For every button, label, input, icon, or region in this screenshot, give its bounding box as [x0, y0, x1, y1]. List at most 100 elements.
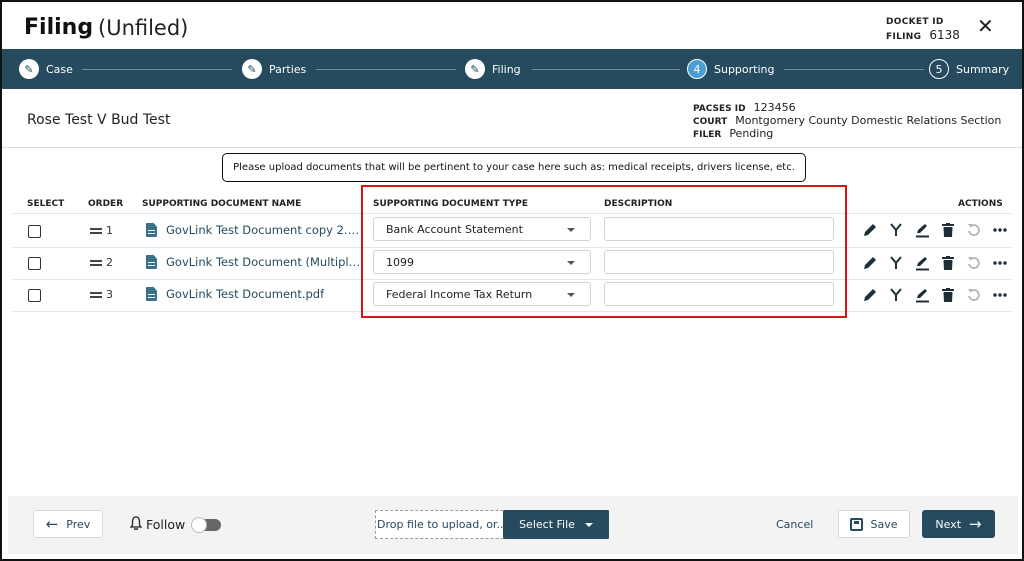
document-name: GovLink Test Document copy 2.docx	[166, 223, 364, 237]
column-header-description: DESCRIPTION	[604, 199, 673, 209]
pencil-icon: ✎	[242, 59, 262, 79]
step-supporting[interactable]: 4 Supporting	[687, 59, 775, 79]
row-order-handle[interactable]: 1	[90, 224, 113, 237]
document-type-select[interactable]: 1099	[373, 250, 591, 274]
row-order: 2	[106, 256, 113, 269]
case-meta: PACSES ID 123456 COURT Montgomery County D…	[693, 101, 1001, 140]
document-link[interactable]: GovLink Test Document.pdf	[146, 287, 364, 301]
row-select-checkbox[interactable]	[28, 225, 41, 238]
caret-down-icon	[567, 228, 575, 232]
trash-icon[interactable]	[938, 285, 958, 305]
edit-pencil-icon[interactable]	[860, 253, 880, 273]
undo-icon	[964, 220, 984, 240]
next-label: Next	[935, 517, 962, 531]
row-select-checkbox[interactable]	[28, 257, 41, 270]
drag-handle-icon	[90, 259, 102, 266]
description-input[interactable]	[604, 282, 834, 306]
description-input[interactable]	[604, 250, 834, 274]
merge-icon[interactable]	[886, 220, 906, 240]
trash-icon[interactable]	[938, 220, 958, 240]
drag-handle-icon	[90, 291, 102, 298]
edit-pencil-icon[interactable]	[860, 220, 880, 240]
caret-down-icon	[584, 522, 593, 527]
filing-status: (Unfiled)	[98, 16, 189, 40]
column-header-order: ORDER	[88, 199, 124, 209]
document-type-select[interactable]: Federal Income Tax Return	[373, 282, 591, 306]
file-icon	[146, 287, 157, 301]
page-title: Filing	[24, 15, 94, 40]
follow-toggle-group[interactable]: Follow	[129, 516, 222, 533]
cancel-button[interactable]: Cancel	[776, 518, 813, 531]
trash-icon[interactable]	[938, 253, 958, 273]
rename-icon[interactable]	[912, 220, 932, 240]
step-label: Supporting	[714, 62, 775, 76]
undo-icon	[964, 285, 984, 305]
caret-down-icon	[567, 261, 575, 265]
row-actions	[860, 220, 1016, 240]
step-label: Parties	[269, 62, 307, 76]
file-icon	[146, 255, 157, 269]
docket-info: DOCKET ID FILING 6138	[886, 16, 960, 42]
row-actions	[860, 253, 1016, 273]
row-order-handle[interactable]: 3	[90, 288, 113, 301]
merge-icon[interactable]	[886, 253, 906, 273]
edit-pencil-icon[interactable]	[860, 285, 880, 305]
follow-label: Follow	[146, 517, 186, 532]
pacses-id: 123456	[753, 101, 796, 114]
step-case[interactable]: ✎ Case	[19, 59, 73, 79]
document-name: GovLink Test Document.pdf	[166, 287, 325, 301]
bell-icon	[129, 516, 143, 533]
more-icon[interactable]	[990, 285, 1010, 305]
undo-icon	[964, 253, 984, 273]
progress-stepper: ✎ Case ✎ Parties ✎ Filing 4 Supporting 5…	[2, 49, 1022, 89]
file-icon	[146, 223, 157, 237]
save-button[interactable]: Save	[838, 510, 910, 538]
filing-label: FILING	[886, 32, 922, 42]
drag-handle-icon	[90, 227, 102, 234]
follow-toggle[interactable]	[191, 516, 222, 533]
row-actions	[860, 285, 1016, 305]
more-icon[interactable]	[990, 253, 1010, 273]
prev-button[interactable]: ← Prev	[33, 510, 103, 538]
app-window: Filing (Unfiled) DOCKET ID FILING 6138 ✕ …	[0, 0, 1024, 561]
step-parties[interactable]: ✎ Parties	[242, 59, 306, 79]
dropzone-text: Drop file to upload, or...	[377, 518, 507, 531]
column-header-type: SUPPORTING DOCUMENT TYPE	[373, 199, 529, 209]
document-type-value: 1099	[386, 255, 414, 269]
row-order-handle[interactable]: 2	[90, 256, 113, 269]
step-label: Case	[46, 62, 73, 76]
row-select-checkbox[interactable]	[28, 289, 41, 302]
select-file-button[interactable]: Select File	[503, 510, 609, 539]
step-filing[interactable]: ✎ Filing	[465, 59, 521, 79]
step-label: Filing	[492, 62, 521, 76]
arrow-right-icon: →	[969, 515, 982, 533]
toggle-knob	[191, 516, 208, 533]
rename-icon[interactable]	[912, 285, 932, 305]
header: Filing (Unfiled) DOCKET ID FILING 6138 ✕	[2, 2, 1022, 49]
column-header-actions: ACTIONS	[958, 199, 1003, 209]
court: Montgomery County Domestic Relations Sec…	[735, 114, 1002, 127]
document-type-value: Bank Account Statement	[386, 222, 523, 236]
upload-notice: Please upload documents that will be per…	[222, 153, 806, 182]
pacses-id-label: PACSES ID	[693, 104, 746, 114]
document-link[interactable]: GovLink Test Document copy 2.docx	[146, 223, 364, 237]
filer-label: FILER	[693, 130, 722, 140]
row-order: 3	[106, 288, 113, 301]
document-type-select[interactable]: Bank Account Statement	[373, 217, 591, 241]
document-link[interactable]: GovLink Test Document (Multiple Pa...	[146, 255, 364, 269]
step-summary[interactable]: 5 Summary	[929, 59, 1009, 79]
more-icon[interactable]	[990, 220, 1010, 240]
save-label: Save	[870, 517, 898, 531]
close-icon[interactable]: ✕	[977, 16, 994, 36]
next-button[interactable]: Next →	[922, 510, 995, 538]
row-order: 1	[106, 224, 113, 237]
arrow-left-icon: ←	[45, 515, 59, 533]
pencil-icon: ✎	[465, 59, 485, 79]
merge-icon[interactable]	[886, 285, 906, 305]
rename-icon[interactable]	[912, 253, 932, 273]
caret-down-icon	[567, 293, 575, 297]
court-label: COURT	[693, 117, 728, 127]
column-header-select: SELECT	[27, 199, 65, 209]
filer: Pending	[729, 127, 774, 140]
description-input[interactable]	[604, 217, 834, 241]
